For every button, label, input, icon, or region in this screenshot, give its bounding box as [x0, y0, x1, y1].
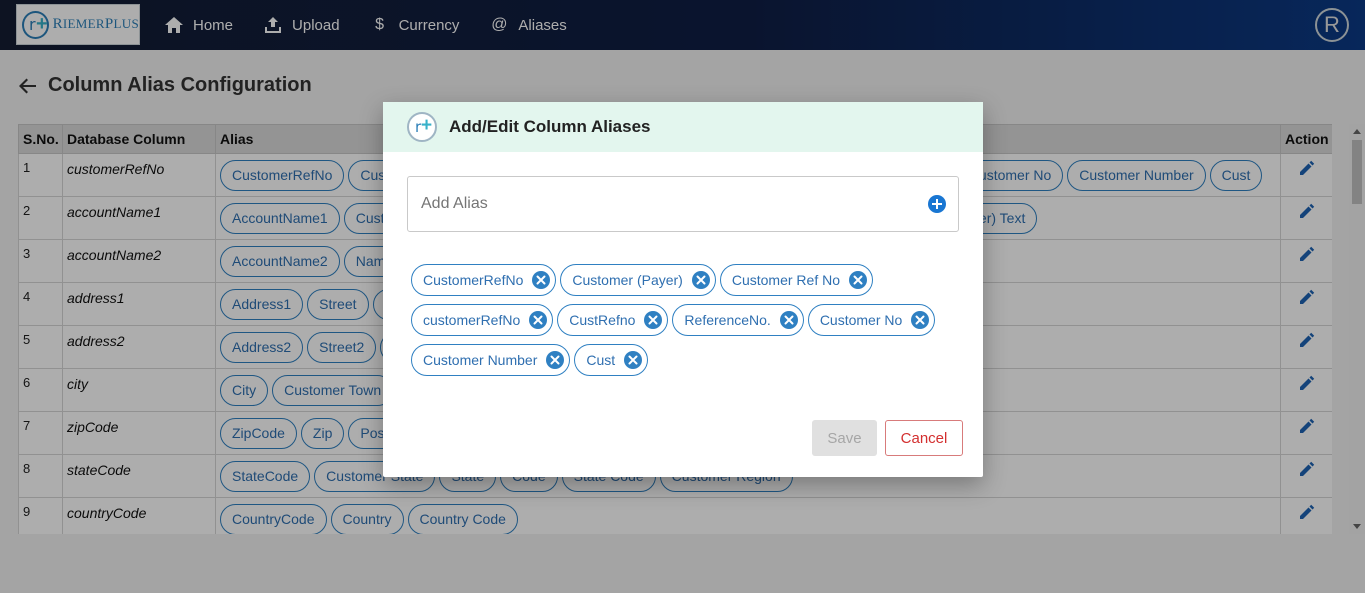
alias-chip: Customer No: [807, 304, 936, 336]
alias-chip-label: CustRefno: [569, 312, 636, 328]
remove-chip-icon[interactable]: [546, 351, 565, 369]
alias-chip: CustRefno: [557, 304, 669, 336]
alias-chip-label: ReferenceNo.: [684, 312, 771, 328]
alias-chip: ReferenceNo.: [672, 304, 804, 336]
logo-icon: r +: [407, 112, 437, 142]
add-circle-icon[interactable]: [927, 194, 947, 214]
remove-chip-icon[interactable]: [529, 311, 548, 329]
alias-chip-label: CustomerRefNo: [423, 272, 524, 288]
dialog-title: Add/Edit Column Aliases: [449, 117, 651, 136]
remove-chip-icon[interactable]: [624, 351, 643, 369]
remove-chip-icon[interactable]: [532, 271, 551, 289]
edit-aliases-dialog: r+ Add/Edit Column Aliases CustomerRefNo…: [383, 102, 983, 477]
alias-input-container: [407, 176, 959, 232]
alias-chip: Customer Ref No: [719, 264, 873, 296]
cancel-button[interactable]: Cancel: [885, 420, 963, 456]
alias-chip: Customer (Payer): [560, 264, 716, 296]
alias-chip: CustomerRefNo: [411, 264, 557, 296]
remove-chip-icon[interactable]: [691, 271, 710, 289]
alias-chip-label: Customer (Payer): [572, 272, 683, 288]
remove-chip-icon[interactable]: [849, 271, 867, 289]
alias-chip-label: customerRefNo: [423, 312, 521, 328]
alias-chip: customerRefNo: [411, 304, 554, 336]
alias-chip-label: Customer Ref No: [731, 272, 840, 288]
remove-chip-icon[interactable]: [644, 311, 663, 329]
dialog-header: r + Add/Edit Column Aliases: [383, 102, 983, 152]
remove-chip-icon[interactable]: [911, 311, 930, 329]
add-alias-input[interactable]: [421, 191, 901, 217]
alias-chip: Customer Number: [411, 344, 571, 376]
save-button[interactable]: Save: [812, 420, 877, 456]
alias-chip-label: Customer No: [819, 312, 903, 328]
alias-chip-label: Cust: [586, 352, 616, 368]
alias-chip-list: CustomerRefNo Customer (Payer) Customer Re…: [411, 264, 956, 384]
remove-chip-icon[interactable]: [779, 311, 798, 329]
alias-chip-label: Customer Number: [423, 352, 538, 368]
alias-chip: Cust: [574, 344, 649, 376]
